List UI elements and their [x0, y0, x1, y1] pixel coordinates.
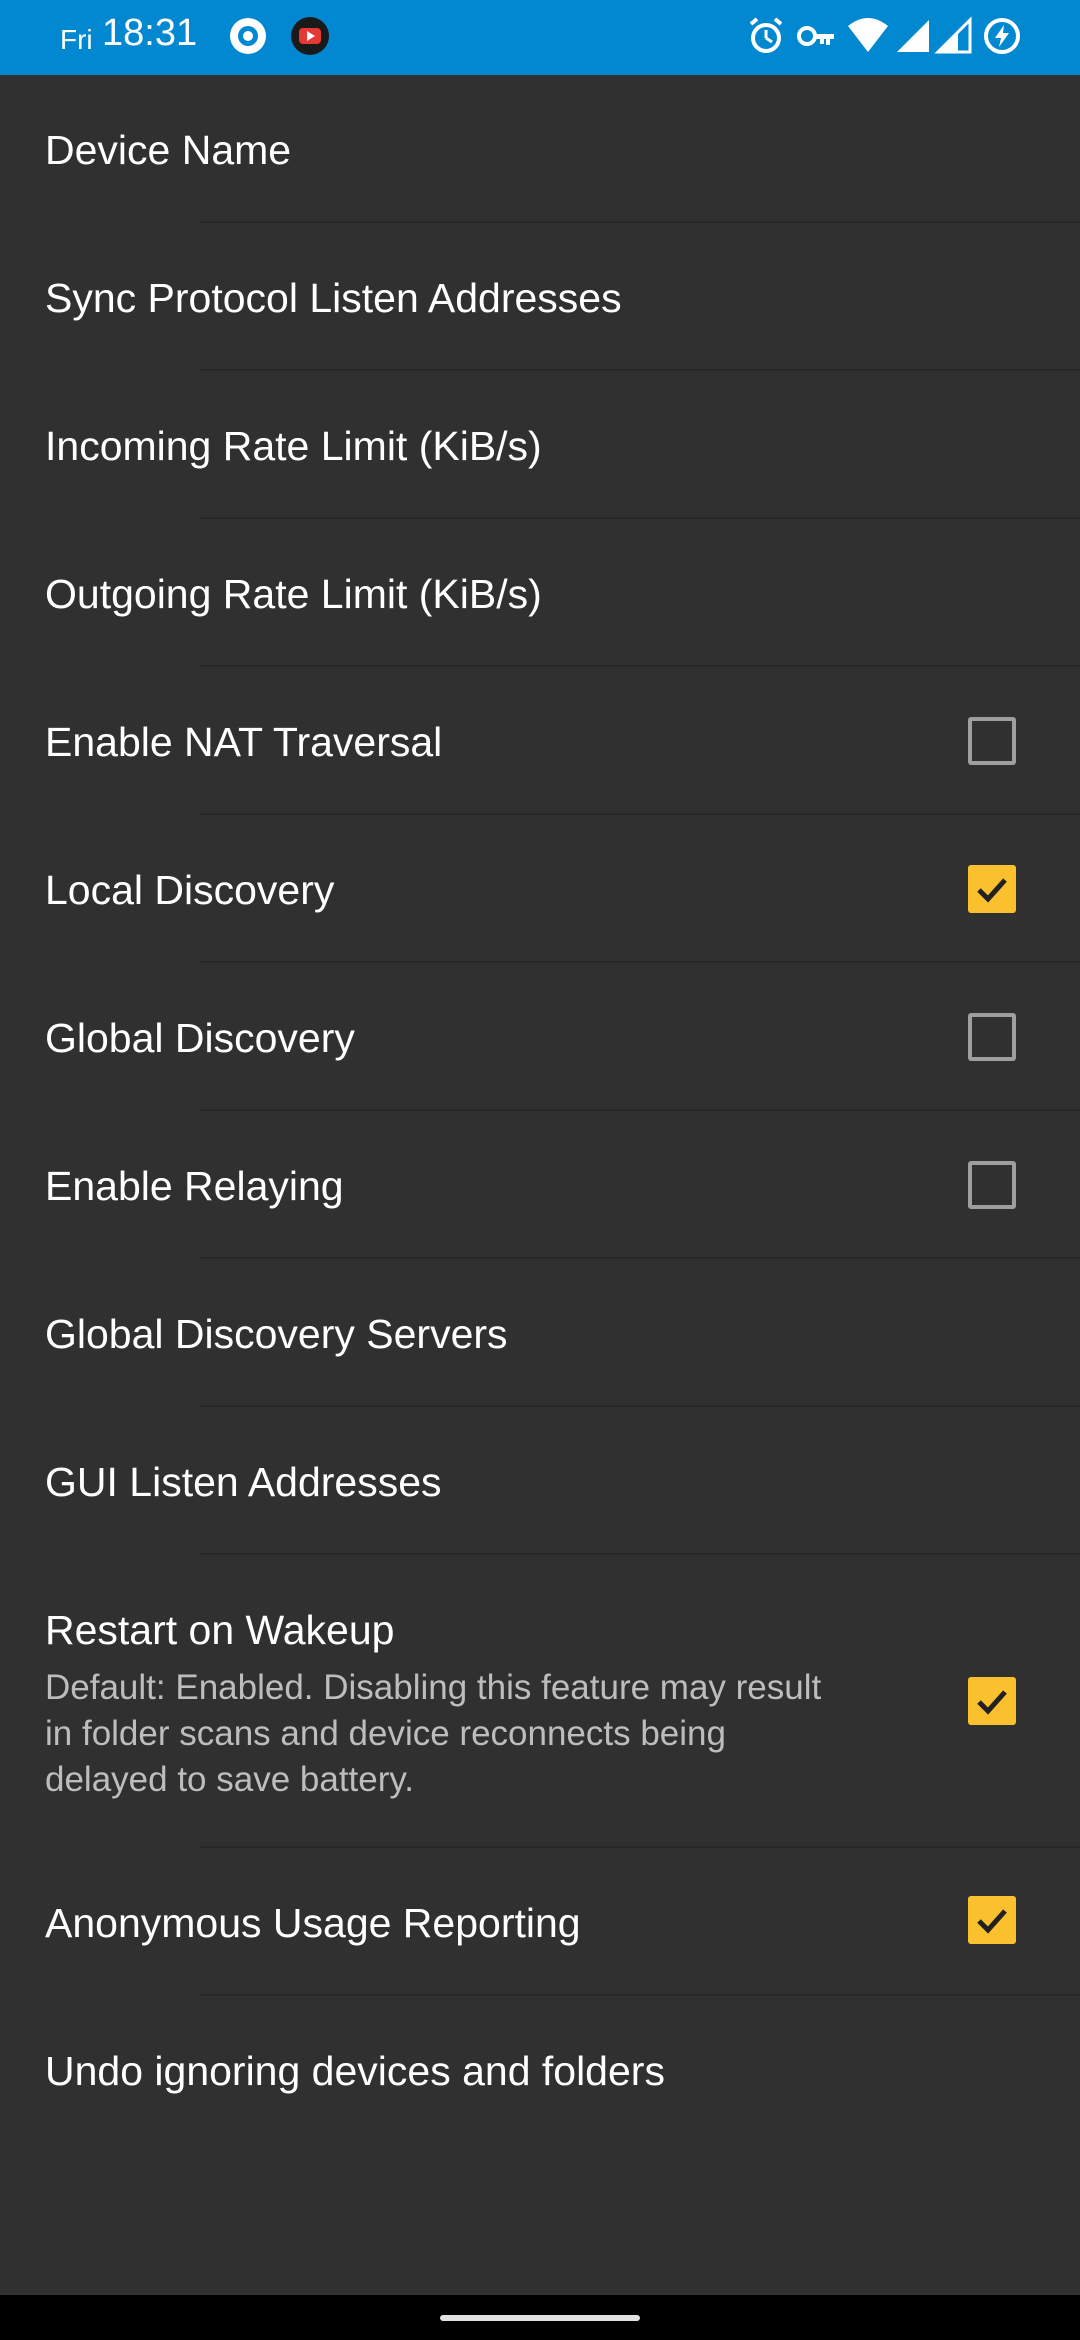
alarm-icon	[746, 16, 786, 56]
setting-title: Global Discovery Servers	[45, 1311, 508, 1357]
setting-title: Sync Protocol Listen Addresses	[45, 275, 622, 321]
setting-title: Global Discovery	[45, 1015, 355, 1061]
checkmark-icon	[977, 1909, 1007, 1934]
setting-title: Local Discovery	[45, 867, 335, 913]
setting-title: Restart on Wakeup	[45, 1607, 395, 1653]
checkmark-icon	[977, 878, 1007, 903]
setting-local-discovery[interactable]: Local Discovery	[0, 815, 1080, 963]
setting-enable-nat-traversal[interactable]: Enable NAT Traversal	[0, 667, 1080, 815]
checkmark-icon	[977, 1690, 1007, 1715]
setting-anonymous-usage-reporting[interactable]: Anonymous Usage Reporting	[0, 1848, 1080, 1996]
setting-title: GUI Listen Addresses	[45, 1459, 442, 1505]
enable-relaying-checkbox[interactable]	[968, 1161, 1016, 1209]
global-discovery-checkbox[interactable]	[968, 1013, 1016, 1061]
vpn-key-icon	[796, 16, 836, 56]
battery-saver-icon	[982, 16, 1022, 56]
setting-title: Anonymous Usage Reporting	[45, 1900, 581, 1946]
setting-outgoing-rate-limit[interactable]: Outgoing Rate Limit (KiB/s)	[0, 519, 1080, 667]
setting-gui-listen-addresses[interactable]: GUI Listen Addresses	[0, 1407, 1080, 1555]
home-gesture-handle[interactable]	[440, 2315, 640, 2321]
signal-icon	[934, 16, 974, 56]
setting-summary: Default: Enabled. Disabling this feature…	[45, 1668, 822, 1799]
signal-icon	[893, 16, 933, 56]
anonymous-usage-reporting-checkbox[interactable]	[968, 1896, 1016, 1944]
setting-title: Enable NAT Traversal	[45, 719, 443, 765]
youtube-icon	[290, 16, 330, 56]
setting-title: Enable Relaying	[45, 1163, 344, 1209]
wifi-icon	[846, 16, 888, 56]
local-discovery-checkbox[interactable]	[968, 865, 1016, 913]
setting-device-name[interactable]: Device Name	[0, 75, 1080, 223]
setting-sync-protocol-listen-addresses[interactable]: Sync Protocol Listen Addresses	[0, 223, 1080, 371]
nat-traversal-checkbox[interactable]	[968, 717, 1016, 765]
setting-title: Undo ignoring devices and folders	[45, 2048, 665, 2094]
status-day: Fri	[60, 24, 93, 55]
setting-undo-ignoring[interactable]: Undo ignoring devices and folders	[0, 1996, 1080, 2144]
status-time: 18:31	[102, 12, 198, 54]
setting-title: Outgoing Rate Limit (KiB/s)	[45, 571, 542, 617]
setting-global-discovery[interactable]: Global Discovery	[0, 963, 1080, 1111]
settings-gear-icon	[228, 16, 268, 56]
restart-on-wakeup-checkbox[interactable]	[968, 1677, 1016, 1725]
setting-title: Incoming Rate Limit (KiB/s)	[45, 423, 542, 469]
setting-global-discovery-servers[interactable]: Global Discovery Servers	[0, 1259, 1080, 1407]
setting-title: Device Name	[45, 127, 292, 173]
setting-enable-relaying[interactable]: Enable Relaying	[0, 1111, 1080, 1259]
navigation-bar	[0, 2295, 1080, 2340]
setting-incoming-rate-limit[interactable]: Incoming Rate Limit (KiB/s)	[0, 371, 1080, 519]
setting-restart-on-wakeup[interactable]: Restart on Wakeup Default: Enabled. Disa…	[0, 1555, 1080, 1848]
status-bar: Fri 18:31	[0, 0, 1080, 75]
settings-list: Device Name Sync Protocol Listen Address…	[0, 75, 1080, 2144]
